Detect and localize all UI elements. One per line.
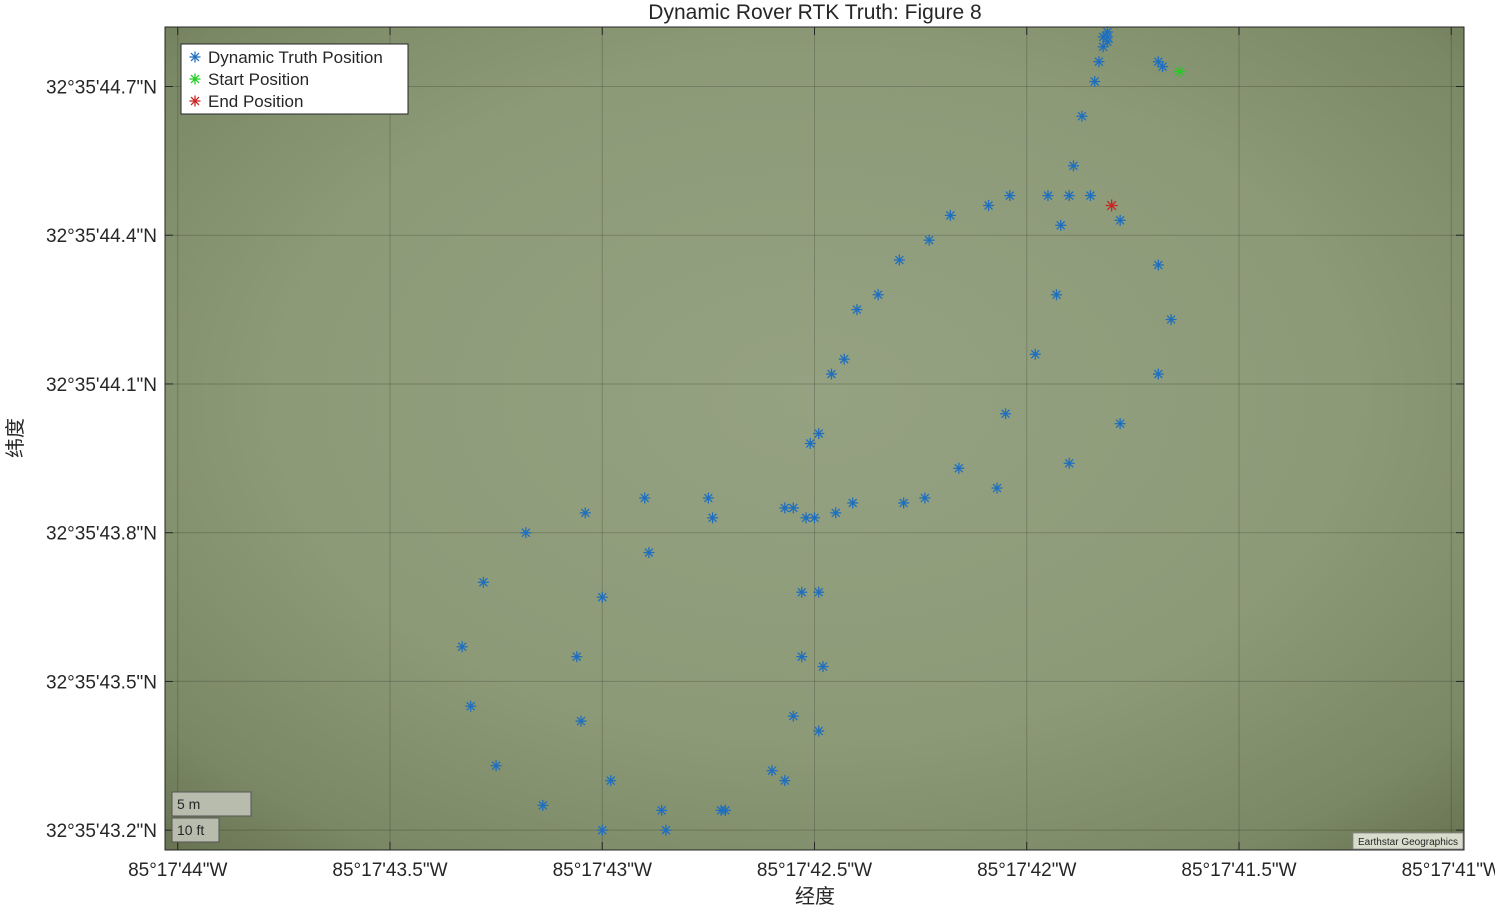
data-point-dynamic bbox=[596, 591, 608, 603]
data-point-dynamic bbox=[830, 507, 842, 519]
data-point-dynamic bbox=[605, 775, 617, 787]
data-point-dynamic bbox=[944, 209, 956, 221]
data-point-dynamic bbox=[702, 492, 714, 504]
data-point-dynamic bbox=[465, 700, 477, 712]
data-point-dynamic bbox=[571, 651, 583, 663]
data-point-dynamic bbox=[872, 289, 884, 301]
data-point-start bbox=[1173, 65, 1186, 78]
chart-svg: 85°17'44"W 85°17'43.5"W 85°17'43"W 85°17'42… bbox=[3, 1, 1495, 908]
data-point-dynamic bbox=[779, 775, 791, 787]
x-tick-label: 85°17'41.5"W bbox=[1181, 860, 1296, 881]
data-point-dynamic bbox=[719, 804, 731, 816]
data-point-dynamic bbox=[893, 254, 905, 266]
data-point-dynamic bbox=[579, 507, 591, 519]
scale-bar-metric-label: 5 m bbox=[177, 796, 200, 812]
data-point-dynamic bbox=[477, 576, 489, 588]
data-point-dynamic bbox=[707, 512, 719, 524]
data-point-dynamic bbox=[1165, 314, 1177, 326]
data-point-dynamic bbox=[1063, 457, 1075, 469]
data-point-dynamic bbox=[1152, 259, 1164, 271]
data-point-dynamic bbox=[813, 586, 825, 598]
y-axis-label: 纬度 bbox=[3, 418, 27, 458]
data-point-dynamic bbox=[1050, 289, 1062, 301]
data-point-end bbox=[1105, 199, 1118, 212]
data-point-dynamic bbox=[1093, 56, 1105, 68]
data-point-dynamic bbox=[787, 502, 799, 514]
y-tick-label: 32°35'44.7"N bbox=[46, 77, 157, 98]
data-point-dynamic bbox=[1063, 190, 1075, 202]
data-point-dynamic bbox=[804, 437, 816, 449]
legend-label-start: Start Position bbox=[208, 70, 309, 89]
y-tick-label: 32°35'43.8"N bbox=[46, 524, 157, 545]
data-point-dynamic bbox=[851, 304, 863, 316]
legend: Dynamic Truth Position Start Position En… bbox=[180, 43, 409, 115]
data-point-dynamic bbox=[923, 234, 935, 246]
data-point-dynamic bbox=[1000, 408, 1012, 420]
legend-label-end: End Position bbox=[208, 92, 303, 111]
y-tick-label: 32°35'43.2"N bbox=[46, 821, 157, 842]
attribution: Earthstar Geographics bbox=[1352, 832, 1464, 850]
legend-marker-end bbox=[189, 95, 201, 107]
data-point-dynamic bbox=[847, 497, 859, 509]
x-tick-label: 85°17'42.5"W bbox=[757, 860, 872, 881]
data-point-dynamic bbox=[1029, 348, 1041, 360]
data-point-dynamic bbox=[537, 799, 549, 811]
data-point-dynamic bbox=[766, 765, 778, 777]
data-point-dynamic bbox=[991, 482, 1003, 494]
legend-star-dynamic bbox=[189, 51, 201, 63]
data-point-dynamic bbox=[1055, 219, 1067, 231]
data-point-dynamic bbox=[809, 512, 820, 524]
data-point-dynamic bbox=[656, 804, 668, 816]
data-point-dynamic bbox=[817, 661, 829, 673]
data-point-dynamic bbox=[919, 492, 931, 504]
y-tick-label: 32°35'44.4"N bbox=[46, 226, 157, 247]
x-tick-label: 85°17'43"W bbox=[553, 860, 652, 881]
data-point-dynamic bbox=[838, 353, 850, 365]
legend-star-end bbox=[189, 95, 201, 107]
x-tick-label: 85°17'41"W bbox=[1402, 860, 1495, 881]
data-point-dynamic bbox=[796, 586, 808, 598]
data-point-dynamic bbox=[1076, 110, 1088, 122]
data-point-dynamic bbox=[490, 760, 502, 772]
data-point-dynamic bbox=[825, 368, 837, 380]
data-point-dynamic bbox=[1067, 160, 1079, 172]
data-point-dynamic bbox=[1042, 190, 1054, 202]
data-point-dynamic bbox=[520, 527, 532, 539]
data-point-dynamic bbox=[1157, 61, 1169, 73]
data-point-dynamic bbox=[983, 199, 995, 211]
data-point-dynamic bbox=[660, 824, 672, 836]
legend-star-start bbox=[189, 73, 201, 85]
data-point-dynamic bbox=[796, 651, 808, 663]
data-point-dynamic bbox=[596, 824, 608, 836]
data-point-dynamic bbox=[1004, 190, 1016, 202]
legend-marker-dynamic bbox=[189, 51, 201, 63]
data-point-dynamic bbox=[456, 641, 468, 653]
data-point-dynamic bbox=[813, 725, 825, 737]
data-point-dynamic bbox=[575, 715, 587, 727]
data-point-dynamic bbox=[1097, 41, 1109, 53]
data-point-dynamic bbox=[639, 492, 651, 504]
legend-marker-start bbox=[189, 73, 201, 85]
x-axis-label: 经度 bbox=[795, 884, 835, 908]
data-point-dynamic bbox=[1089, 76, 1101, 88]
chart-title: Dynamic Rover RTK Truth: Figure 8 bbox=[648, 1, 981, 24]
data-point-dynamic bbox=[643, 547, 655, 559]
data-point-dynamic bbox=[787, 710, 799, 722]
attribution-text: Earthstar Geographics bbox=[1358, 837, 1458, 848]
data-point-dynamic bbox=[1114, 418, 1126, 430]
legend-label-dynamic: Dynamic Truth Position bbox=[208, 48, 383, 67]
x-tick-label: 85°17'43.5"W bbox=[332, 860, 447, 881]
y-tick-label: 32°35'44.1"N bbox=[46, 375, 157, 396]
data-point-dynamic bbox=[1152, 368, 1164, 380]
x-tick-label: 85°17'44"W bbox=[128, 860, 227, 881]
x-tick-label: 85°17'42"W bbox=[977, 860, 1076, 881]
data-point-dynamic bbox=[953, 462, 965, 474]
data-point-dynamic bbox=[1114, 214, 1126, 226]
y-tick-label: 32°35'43.5"N bbox=[46, 672, 157, 693]
data-point-dynamic bbox=[1084, 190, 1096, 202]
scale-bar-imperial-label: 10 ft bbox=[177, 822, 204, 838]
data-point-dynamic bbox=[813, 428, 825, 440]
data-point-dynamic bbox=[898, 497, 910, 509]
